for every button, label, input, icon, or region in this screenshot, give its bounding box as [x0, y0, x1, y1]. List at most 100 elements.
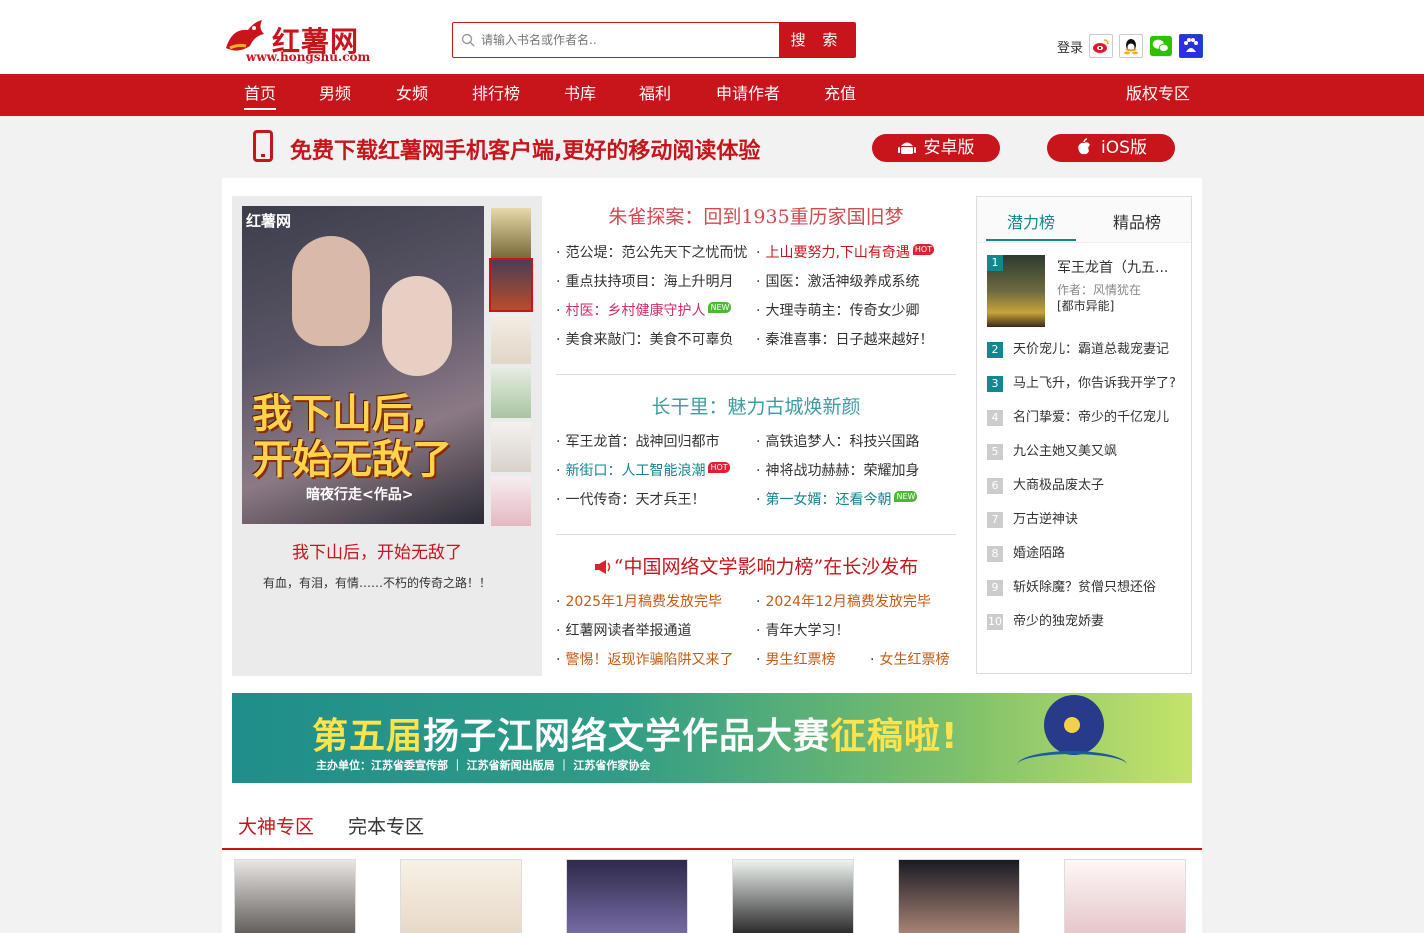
ranking-row[interactable]: 7 万古逆神诀 [987, 508, 1078, 528]
ranking-row[interactable]: 4 名门挚爱：帝少的千亿宠儿 [987, 406, 1169, 426]
list-item[interactable]: 第一女婿：还看今朝NEW [756, 489, 918, 509]
ranking-row[interactable]: 3 马上飞升，你告诉我开学了? [987, 372, 1176, 392]
ranking-author: 作者：风情犹在 [1057, 283, 1142, 297]
book-cover[interactable] [898, 859, 1020, 933]
megaphone-icon [594, 560, 611, 574]
nav-ranking[interactable]: 排行榜 [472, 74, 520, 116]
search-input[interactable] [481, 23, 777, 57]
zone-tabs: 大神专区 完本专区 [222, 790, 1202, 850]
section3-heading[interactable]: “中国网络文学影响力榜”在长沙发布 [556, 552, 956, 579]
list-item[interactable]: 村医：乡村健康守护人NEW [556, 300, 732, 320]
book-cover[interactable] [1064, 859, 1186, 933]
section2-heading[interactable]: 长干里：魅力古城焕新颜 [556, 392, 956, 419]
site-logo[interactable]: 红薯网 www.hongshu.com [222, 10, 372, 66]
tab-master-zone[interactable]: 大神专区 [238, 812, 314, 839]
nav-benefits[interactable]: 福利 [639, 74, 671, 116]
wechat-icon[interactable] [1149, 34, 1173, 58]
ranking-panel: 潜力榜 精品榜 1 军王龙首（九五... 作者：风情犹在 [都市异能] 2 天价宠… [976, 196, 1192, 674]
thumbnail[interactable] [491, 476, 531, 526]
planet-illustration [1044, 695, 1104, 755]
nav-male[interactable]: 男频 [319, 74, 351, 116]
list-item[interactable]: 新街口：人工智能浪潮HOT [556, 460, 730, 480]
baidu-icon[interactable] [1179, 34, 1203, 58]
cover-figure-male [292, 236, 370, 346]
ranking-row[interactable]: 5 九公主她又美又飒 [987, 440, 1117, 460]
android-download-button[interactable]: 安卓版 [872, 134, 1000, 162]
tab-premium[interactable]: 精品榜 [1113, 209, 1161, 233]
fox-logo-icon [226, 20, 264, 51]
qq-icon[interactable] [1119, 34, 1143, 58]
cover-title-art: 我下山后, 开始无敌了 [252, 391, 452, 483]
ad-headline: 第五届扬子江网络文学作品大赛征稿啦! [312, 716, 959, 757]
list-item[interactable]: 男生红票榜 [756, 649, 835, 669]
list-item[interactable]: 女生红票榜 [870, 649, 949, 669]
list-item[interactable]: 国医：激活神级养成系统 [756, 271, 919, 291]
book-cover[interactable] [234, 859, 356, 933]
new-badge: NEW [708, 302, 732, 313]
active-tab-indicator [986, 239, 1076, 241]
list-item[interactable]: 秦淮喜事：日子越来越好！ [756, 329, 933, 349]
ad-organizers: 主办单位：江苏省委宣传部 ｜ 江苏省新闻出版局 ｜ 江苏省作家协会 [316, 759, 651, 772]
list-item[interactable]: 高铁追梦人：科技兴国路 [756, 431, 919, 451]
list-item[interactable]: 重点扶持项目：海上升明月 [556, 271, 733, 291]
book-cover[interactable] [400, 859, 522, 933]
book-cover[interactable] [732, 859, 854, 933]
nav-female[interactable]: 女频 [396, 74, 428, 116]
featured-cover[interactable]: 红薯网 我下山后, 开始无敌了 暗夜行走<作品> [242, 206, 484, 524]
ranking-row[interactable]: 10 帝少的独宠娇妻 [987, 610, 1104, 630]
ranking-title: 军王龙首（九五... [1057, 260, 1169, 276]
tab-potential[interactable]: 潜力榜 [1007, 209, 1055, 233]
hot-badge: HOT [912, 244, 935, 255]
contest-ad-banner[interactable]: 第五届扬子江网络文学作品大赛征稿啦! 主办单位：江苏省委宣传部 ｜ 江苏省新闻出… [232, 693, 1192, 783]
list-item[interactable]: 红薯网读者举报通道 [556, 620, 691, 640]
nav-recharge[interactable]: 充值 [824, 74, 856, 116]
ios-download-button[interactable]: iOS版 [1047, 134, 1175, 162]
ranking-row[interactable]: 8 婚途陌路 [987, 542, 1065, 562]
apple-icon [1078, 138, 1091, 155]
book-cover[interactable] [566, 859, 688, 933]
list-item[interactable]: 青年大学习！ [756, 620, 849, 640]
thumbnail[interactable] [491, 368, 531, 418]
nav-library[interactable]: 书库 [564, 74, 596, 116]
nav-home[interactable]: 首页 [244, 74, 277, 110]
app-banner-message: 免费下载红薯网手机客户端,更好的移动阅读体验 [290, 139, 761, 164]
list-item[interactable]: 警惕！返现诈骗陷阱又来了 [556, 649, 733, 669]
login-link[interactable]: 登录 [1057, 37, 1083, 56]
main-nav: 首页 男频 女频 排行榜 书库 福利 申请作者 充值 版权专区 [0, 74, 1424, 116]
ranking-category: [都市异能] [1057, 299, 1115, 313]
list-item[interactable]: 美食来敲门：美食不可辜负 [556, 329, 733, 349]
top-header: 红薯网 www.hongshu.com 搜 索 登录 [0, 0, 1424, 74]
divider [556, 534, 956, 535]
list-item[interactable]: 大理寺萌主：传奇女少卿 [756, 300, 919, 320]
ranking-tabs: 潜力榜 精品榜 [977, 197, 1191, 243]
nav-become-author[interactable]: 申请作者 [716, 74, 780, 116]
tab-completed-zone[interactable]: 完本专区 [348, 812, 424, 839]
thumbnail[interactable] [491, 314, 531, 364]
cover-author: 暗夜行走<作品> [306, 487, 414, 503]
thumbnail[interactable] [489, 258, 533, 312]
ranking-row[interactable]: 6 大商极品废太子 [987, 474, 1104, 494]
list-item[interactable]: 神将战功赫赫：荣耀加身 [756, 460, 919, 480]
thumbnail[interactable] [491, 422, 531, 472]
ios-label: iOS版 [1101, 138, 1147, 158]
list-item[interactable]: 范公堤：范公先天下之忧而忧 [556, 242, 747, 262]
list-item[interactable]: 军王龙首：战神回归都市 [556, 431, 719, 451]
list-item[interactable]: 上山要努力,下山有奇遇HOT [756, 242, 935, 262]
thumbnail[interactable] [491, 208, 531, 258]
divider [556, 374, 956, 375]
list-item[interactable]: 2025年1月稿费发放完毕 [556, 591, 722, 611]
search-icon [461, 33, 475, 47]
list-item[interactable]: 一代传奇：天才兵王！ [556, 489, 705, 509]
ranking-row[interactable]: 2 天价宠儿：霸道总裁宠妻记 [987, 338, 1169, 358]
list-item[interactable]: 2024年12月稿费发放完毕 [756, 591, 930, 611]
nav-copyright[interactable]: 版权专区 [1126, 74, 1190, 116]
search-button[interactable]: 搜 索 [779, 23, 855, 57]
android-icon [897, 142, 916, 154]
book-illustration [1017, 751, 1127, 779]
weibo-icon[interactable] [1089, 34, 1113, 58]
hot-badge: HOT [708, 462, 730, 473]
featured-title[interactable]: 我下山后，开始无敌了 [232, 538, 522, 563]
section1-heading[interactable]: 朱雀探案：回到1935重历家国旧梦 [556, 202, 956, 229]
ranking-row[interactable]: 9 斩妖除魔？贫僧只想还俗 [987, 576, 1156, 596]
rank-number: 1 [987, 255, 1003, 271]
